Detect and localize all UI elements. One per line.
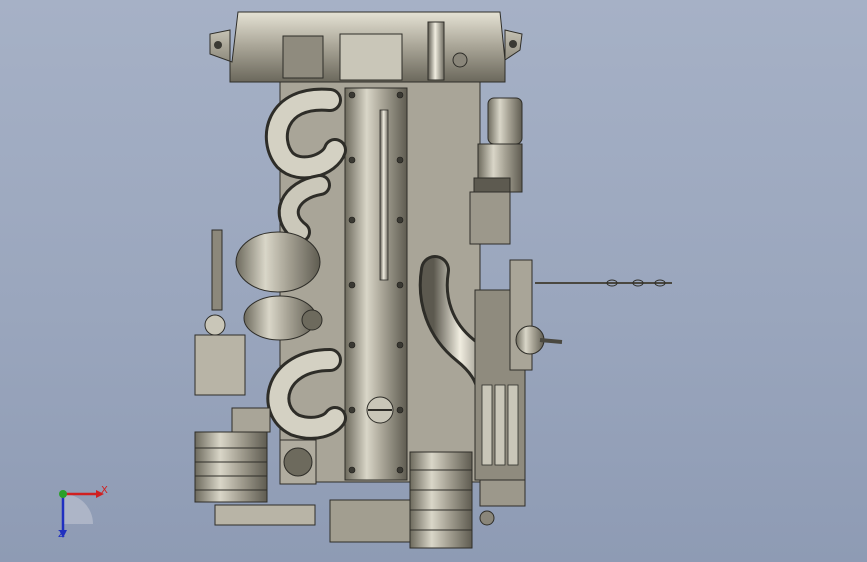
- flywheel-housing: [209, 11, 523, 83]
- dipstick: [535, 279, 672, 287]
- fuel-injection-pump: [474, 259, 563, 481]
- engine-assembly-model[interactable]: [0, 0, 867, 562]
- cad-graphics-viewport[interactable]: X Z: [0, 0, 867, 562]
- triad-x-label: X: [101, 485, 108, 496]
- y-axis-dot: [59, 490, 67, 498]
- triad-z-label: Z: [58, 529, 65, 540]
- triad-plane: [63, 494, 93, 524]
